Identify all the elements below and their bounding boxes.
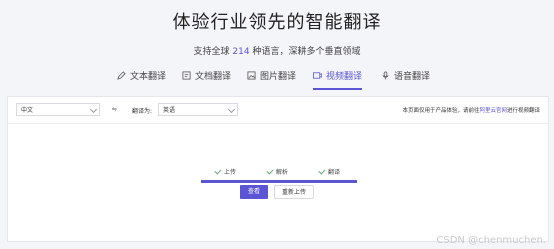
image-icon — [247, 70, 256, 80]
product-notice: 本页面仅用于产品体验，请前往阿里云官网进行视频翻译 — [402, 106, 540, 114]
check-icon — [266, 166, 274, 175]
video-icon — [313, 71, 322, 80]
step-label: 上传 — [224, 169, 237, 176]
reupload-button[interactable]: 重新上传 — [274, 185, 314, 199]
aliyun-link[interactable]: 阿里云官网 — [479, 108, 507, 114]
tab-label: 文档翻译 — [195, 71, 232, 82]
language-count: 214 — [232, 47, 250, 57]
target-language-label: 翻译为: — [132, 108, 153, 115]
translation-tabs: 文本翻译 文档翻译 图片翻译 视频翻译 语音翻译 — [115, 66, 445, 90]
microphone-icon — [381, 70, 390, 80]
notice-suffix: 进行视频翻译 — [506, 108, 540, 114]
target-language-select[interactable]: 英语 — [158, 103, 238, 116]
language-toolbar: 中文 ⇋ 翻译为: 英语 本页面仅用于产品体验，请前往阿里云官网进行视频翻译 — [8, 97, 548, 124]
tab-label: 视频翻译 — [326, 71, 363, 82]
check-icon — [214, 166, 222, 175]
step-parse: 解析 — [266, 166, 289, 176]
translation-panel: 中文 ⇋ 翻译为: 英语 本页面仅用于产品体验，请前往阿里云官网进行视频翻译 上… — [7, 96, 549, 242]
step-upload: 上传 — [214, 166, 237, 176]
chevron-down-icon — [89, 105, 98, 114]
source-language-select[interactable]: 中文 — [16, 103, 100, 116]
tab-label: 图片翻译 — [260, 71, 297, 82]
step-translate: 翻译 — [318, 166, 341, 176]
subtitle-suffix: 种语言，深耕多个垂直领域 — [252, 47, 361, 57]
chevron-down-icon — [227, 105, 236, 114]
step-label: 解析 — [276, 169, 289, 176]
page-title: 体验行业领先的智能翻译 — [172, 12, 382, 33]
progress-steps: 上传 解析 翻译 — [8, 166, 548, 177]
tab-voice-translation[interactable]: 语音翻译 — [381, 66, 430, 84]
view-button[interactable]: 查看 — [240, 185, 268, 199]
target-language-value: 英语 — [163, 107, 176, 114]
notice-prefix: 本页面仅用于产品体验，请前往 — [402, 108, 480, 114]
progress-bar — [201, 180, 357, 183]
progress-fill — [201, 180, 357, 183]
pen-icon — [117, 70, 126, 80]
tab-document-translation[interactable]: 文档翻译 — [182, 66, 231, 84]
source-language-value: 中文 — [21, 107, 34, 114]
tab-label: 文本翻译 — [130, 71, 167, 82]
watermark: CSDN @chenmuchen. — [436, 235, 546, 246]
document-icon — [182, 70, 191, 80]
tab-text-translation[interactable]: 文本翻译 — [117, 66, 166, 84]
step-label: 翻译 — [328, 169, 341, 176]
tab-label: 语音翻译 — [394, 71, 431, 82]
page-subtitle: 支持全球 214 种语言，深耕多个垂直领域 — [0, 44, 554, 57]
subtitle-prefix: 支持全球 — [193, 47, 230, 57]
swap-languages-icon[interactable]: ⇋ — [112, 106, 117, 113]
tab-image-translation[interactable]: 图片翻译 — [247, 66, 296, 84]
check-icon — [318, 166, 326, 175]
tab-video-translation[interactable]: 视频翻译 — [313, 66, 363, 90]
